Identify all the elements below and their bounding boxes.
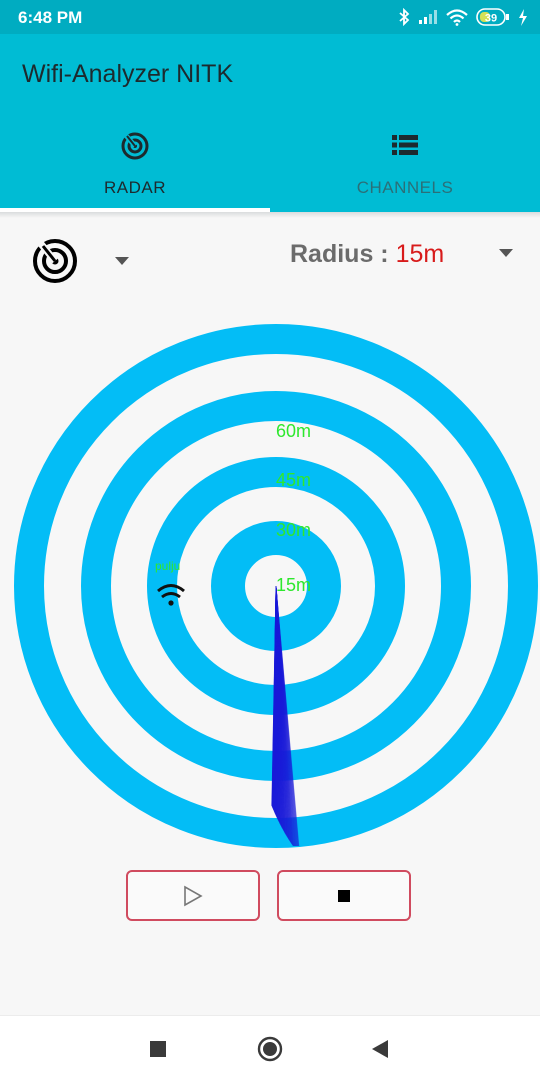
app-bar: Wifi-Analyzer NITK RADAR CHANNELS	[0, 34, 540, 212]
ring-label-45m: 45m	[276, 470, 311, 490]
radar-icon	[119, 130, 151, 162]
home-icon[interactable]	[257, 1036, 283, 1062]
charging-icon	[518, 9, 528, 26]
radius-value: 15m	[396, 240, 445, 268]
radar-mode-icon[interactable]	[31, 237, 79, 285]
tab-radar[interactable]: RADAR	[0, 130, 270, 212]
play-icon	[183, 885, 203, 907]
stop-button[interactable]	[277, 870, 411, 921]
recents-icon[interactable]	[149, 1040, 167, 1058]
radius-selector[interactable]: Radius : 15m	[290, 240, 444, 269]
status-icons: 39	[398, 6, 528, 28]
ring-label-15m: 15m	[276, 575, 311, 595]
back-icon[interactable]	[371, 1039, 389, 1059]
radar-view: 15m 30m 45m 60m pulju	[0, 300, 540, 860]
tab-radar-label: RADAR	[0, 178, 270, 198]
signal-icon	[418, 9, 438, 25]
radius-dropdown-icon[interactable]	[498, 248, 514, 258]
battery-level: 39	[485, 13, 497, 25]
ring-label-60m: 60m	[276, 421, 311, 441]
bluetooth-icon	[398, 8, 410, 26]
tab-channels[interactable]: CHANNELS	[270, 130, 540, 212]
status-bar: 6:48 PM 39	[0, 0, 540, 34]
wifi-icon	[446, 9, 468, 26]
ring-label-30m: 30m	[276, 520, 311, 540]
status-time: 6:48 PM	[18, 8, 82, 28]
play-button[interactable]	[126, 870, 260, 921]
app-bar-shadow	[0, 212, 540, 218]
navigation-bar	[0, 1015, 540, 1081]
battery-icon: 39	[476, 8, 510, 26]
stop-icon	[338, 890, 350, 902]
mode-dropdown-icon[interactable]	[114, 256, 130, 266]
network-name: pulju	[155, 559, 180, 573]
radius-label: Radius :	[290, 240, 389, 268]
list-icon	[391, 134, 419, 156]
tab-channels-label: CHANNELS	[270, 178, 540, 198]
app-title: Wifi-Analyzer NITK	[22, 60, 233, 89]
